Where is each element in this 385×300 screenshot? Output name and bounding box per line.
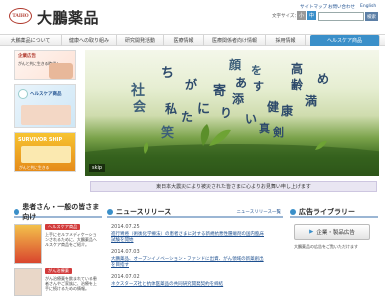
nav-item-healthcare[interactable]: ヘルスケア商品 bbox=[310, 35, 380, 46]
ad3-photo bbox=[21, 146, 71, 163]
patients-heading: 患者さん・一般の皆さま向け bbox=[14, 203, 102, 221]
search-button[interactable]: 検索 bbox=[365, 12, 378, 21]
hero-word: す bbox=[253, 80, 264, 93]
ad1-photo bbox=[49, 63, 73, 79]
earthquake-notice[interactable]: 東日本大震災により被災された皆さまに心よりお見舞い申し上げます bbox=[90, 181, 377, 192]
ad3-caption: がんと共に生きる bbox=[19, 165, 50, 170]
news-date: 2014.07.03 bbox=[111, 249, 140, 255]
hero-word: ち bbox=[161, 66, 175, 81]
hero-word: に bbox=[197, 102, 211, 117]
hero-word: り bbox=[220, 106, 233, 120]
hero-word: 真 bbox=[259, 122, 270, 135]
ad-library-heading-text: 広告ライブラリー bbox=[299, 207, 355, 216]
hero-word: 剣 bbox=[273, 126, 284, 139]
hero-word: 寄 bbox=[213, 84, 227, 99]
news-date: 2014.07.25 bbox=[111, 224, 140, 230]
nav-item-professionals[interactable]: 医療関係者向け情報 bbox=[204, 35, 266, 46]
company-name[interactable]: 大鵬薬品 bbox=[37, 7, 99, 28]
logo-mark[interactable]: TAIHO bbox=[9, 8, 32, 24]
survivorship-ad-banner[interactable]: SURVIVOR SHIP がんと共に生きる bbox=[14, 132, 76, 172]
healthcare-products-badge[interactable]: ヘルスケア商品 bbox=[45, 224, 81, 230]
hero-word: い bbox=[245, 112, 258, 126]
heading-bullet-icon bbox=[107, 208, 113, 215]
hero-word: 顔 bbox=[229, 58, 242, 72]
nav-item-about[interactable]: 大鵬薬品について bbox=[0, 35, 62, 46]
news-title-link[interactable]: 進行胃癌（術後化学療法）の患者さまに対する新規抗悪性腫瘍剤の国内臨床試験を開始 bbox=[111, 232, 266, 244]
news-list-link[interactable]: ニュースリリース一覧 bbox=[236, 209, 281, 215]
cancer-drug-badge[interactable]: がん治療薬 bbox=[45, 268, 72, 274]
healthcare-product-image[interactable] bbox=[14, 224, 42, 264]
cancer-drug-text: がん治療薬を飲まれている患者さんやご家族に、治療を上手に続けるための情報。 bbox=[45, 276, 97, 291]
hero-word: あ bbox=[235, 76, 248, 90]
hero-word: 会 bbox=[133, 100, 147, 115]
hero-word: 齢 bbox=[291, 78, 304, 92]
hero-word: を bbox=[251, 64, 262, 77]
search-input[interactable] bbox=[318, 12, 364, 21]
ad2-logo-icon bbox=[18, 89, 28, 99]
hero-word: 高 bbox=[291, 62, 304, 76]
hero-word: 笑 bbox=[161, 126, 175, 141]
healthcare-products-text: 上手にセルフメディケーションされるために、大鵬薬品ヘルスケア商品をご紹介。 bbox=[45, 232, 97, 247]
hero-word: 健 bbox=[267, 100, 280, 114]
news-date: 2014.07.02 bbox=[111, 274, 140, 280]
healthcare-ad-banner[interactable]: ヘルスケア商品 bbox=[14, 84, 76, 128]
ad-library-button-label: 企業・製品広告 bbox=[316, 230, 355, 236]
news-heading-text: ニュースリリース bbox=[116, 207, 172, 216]
global-nav: 大鵬薬品について 健康への取り組み 研究開発活動 医療情報 医療関係者向け情報 … bbox=[0, 34, 385, 46]
patients-heading-text: 患者さん・一般の皆さま向け bbox=[22, 202, 100, 221]
ad-library-heading: 広告ライブラリー bbox=[290, 207, 378, 218]
hero-word: め bbox=[317, 72, 330, 86]
font-size-small-button[interactable]: 小 bbox=[297, 11, 306, 20]
news-title-link[interactable]: 大鵬薬品、オープンイノベーション・ファンドに出資、がん領域の新薬創出を目指す bbox=[111, 257, 266, 269]
sitemap-link[interactable]: サイトマップ bbox=[300, 4, 327, 10]
nav-item-careers[interactable]: 採用情報 bbox=[266, 35, 306, 46]
nav-item-research[interactable]: 研究開発活動 bbox=[117, 35, 164, 46]
ad2-photo bbox=[21, 105, 71, 125]
ad-library-button[interactable]: ▶ 企業・製品広告 bbox=[294, 224, 370, 240]
heading-bullet-icon bbox=[14, 208, 20, 215]
site-header: TAIHO 大鵬薬品 サイトマップ お問い合わせ English 文字サイズ： … bbox=[0, 0, 385, 34]
ad3-title: SURVIVOR SHIP bbox=[18, 137, 63, 143]
hero-banner: 社 会 ち が 私 た に 寄 り 添 い 笑 顔 を あ す 高 齢 め 満 … bbox=[85, 50, 379, 176]
english-link[interactable]: English bbox=[360, 4, 376, 9]
ad2-title: ヘルスケア商品 bbox=[30, 92, 62, 97]
hero-word: が bbox=[185, 78, 198, 92]
hero-word: 康 bbox=[281, 104, 294, 118]
corporate-ad-banner[interactable]: 企業広告 がんと共に生きる時代へ bbox=[14, 50, 76, 80]
arrow-right-icon: ▶ bbox=[309, 229, 314, 235]
ad1-title: 企業広告 bbox=[18, 54, 36, 59]
font-size-medium-button[interactable]: 中 bbox=[307, 11, 316, 20]
hero-word: 私 bbox=[165, 102, 178, 116]
news-heading: ニュースリリース ニュースリリース一覧 bbox=[107, 207, 283, 218]
hero-word: 満 bbox=[305, 94, 318, 108]
nav-item-medical[interactable]: 医療情報 bbox=[164, 35, 204, 46]
hero-word: た bbox=[181, 110, 194, 124]
news-title-link[interactable]: ネクスターズ社と抗体医薬品の共同研究開発契約を締結 bbox=[111, 282, 266, 288]
hero-word: 添 bbox=[232, 92, 245, 106]
skip-button[interactable]: skip bbox=[89, 164, 106, 172]
font-size-label: 文字サイズ： bbox=[272, 14, 299, 19]
heading-bullet-icon bbox=[290, 208, 296, 215]
cancer-info-image[interactable] bbox=[14, 268, 42, 296]
nav-item-health[interactable]: 健康への取り組み bbox=[62, 35, 117, 46]
contact-link[interactable]: お問い合わせ bbox=[328, 4, 355, 10]
ad-library-caption: 大鵬薬品の広告をご覧いただけます bbox=[294, 244, 358, 249]
